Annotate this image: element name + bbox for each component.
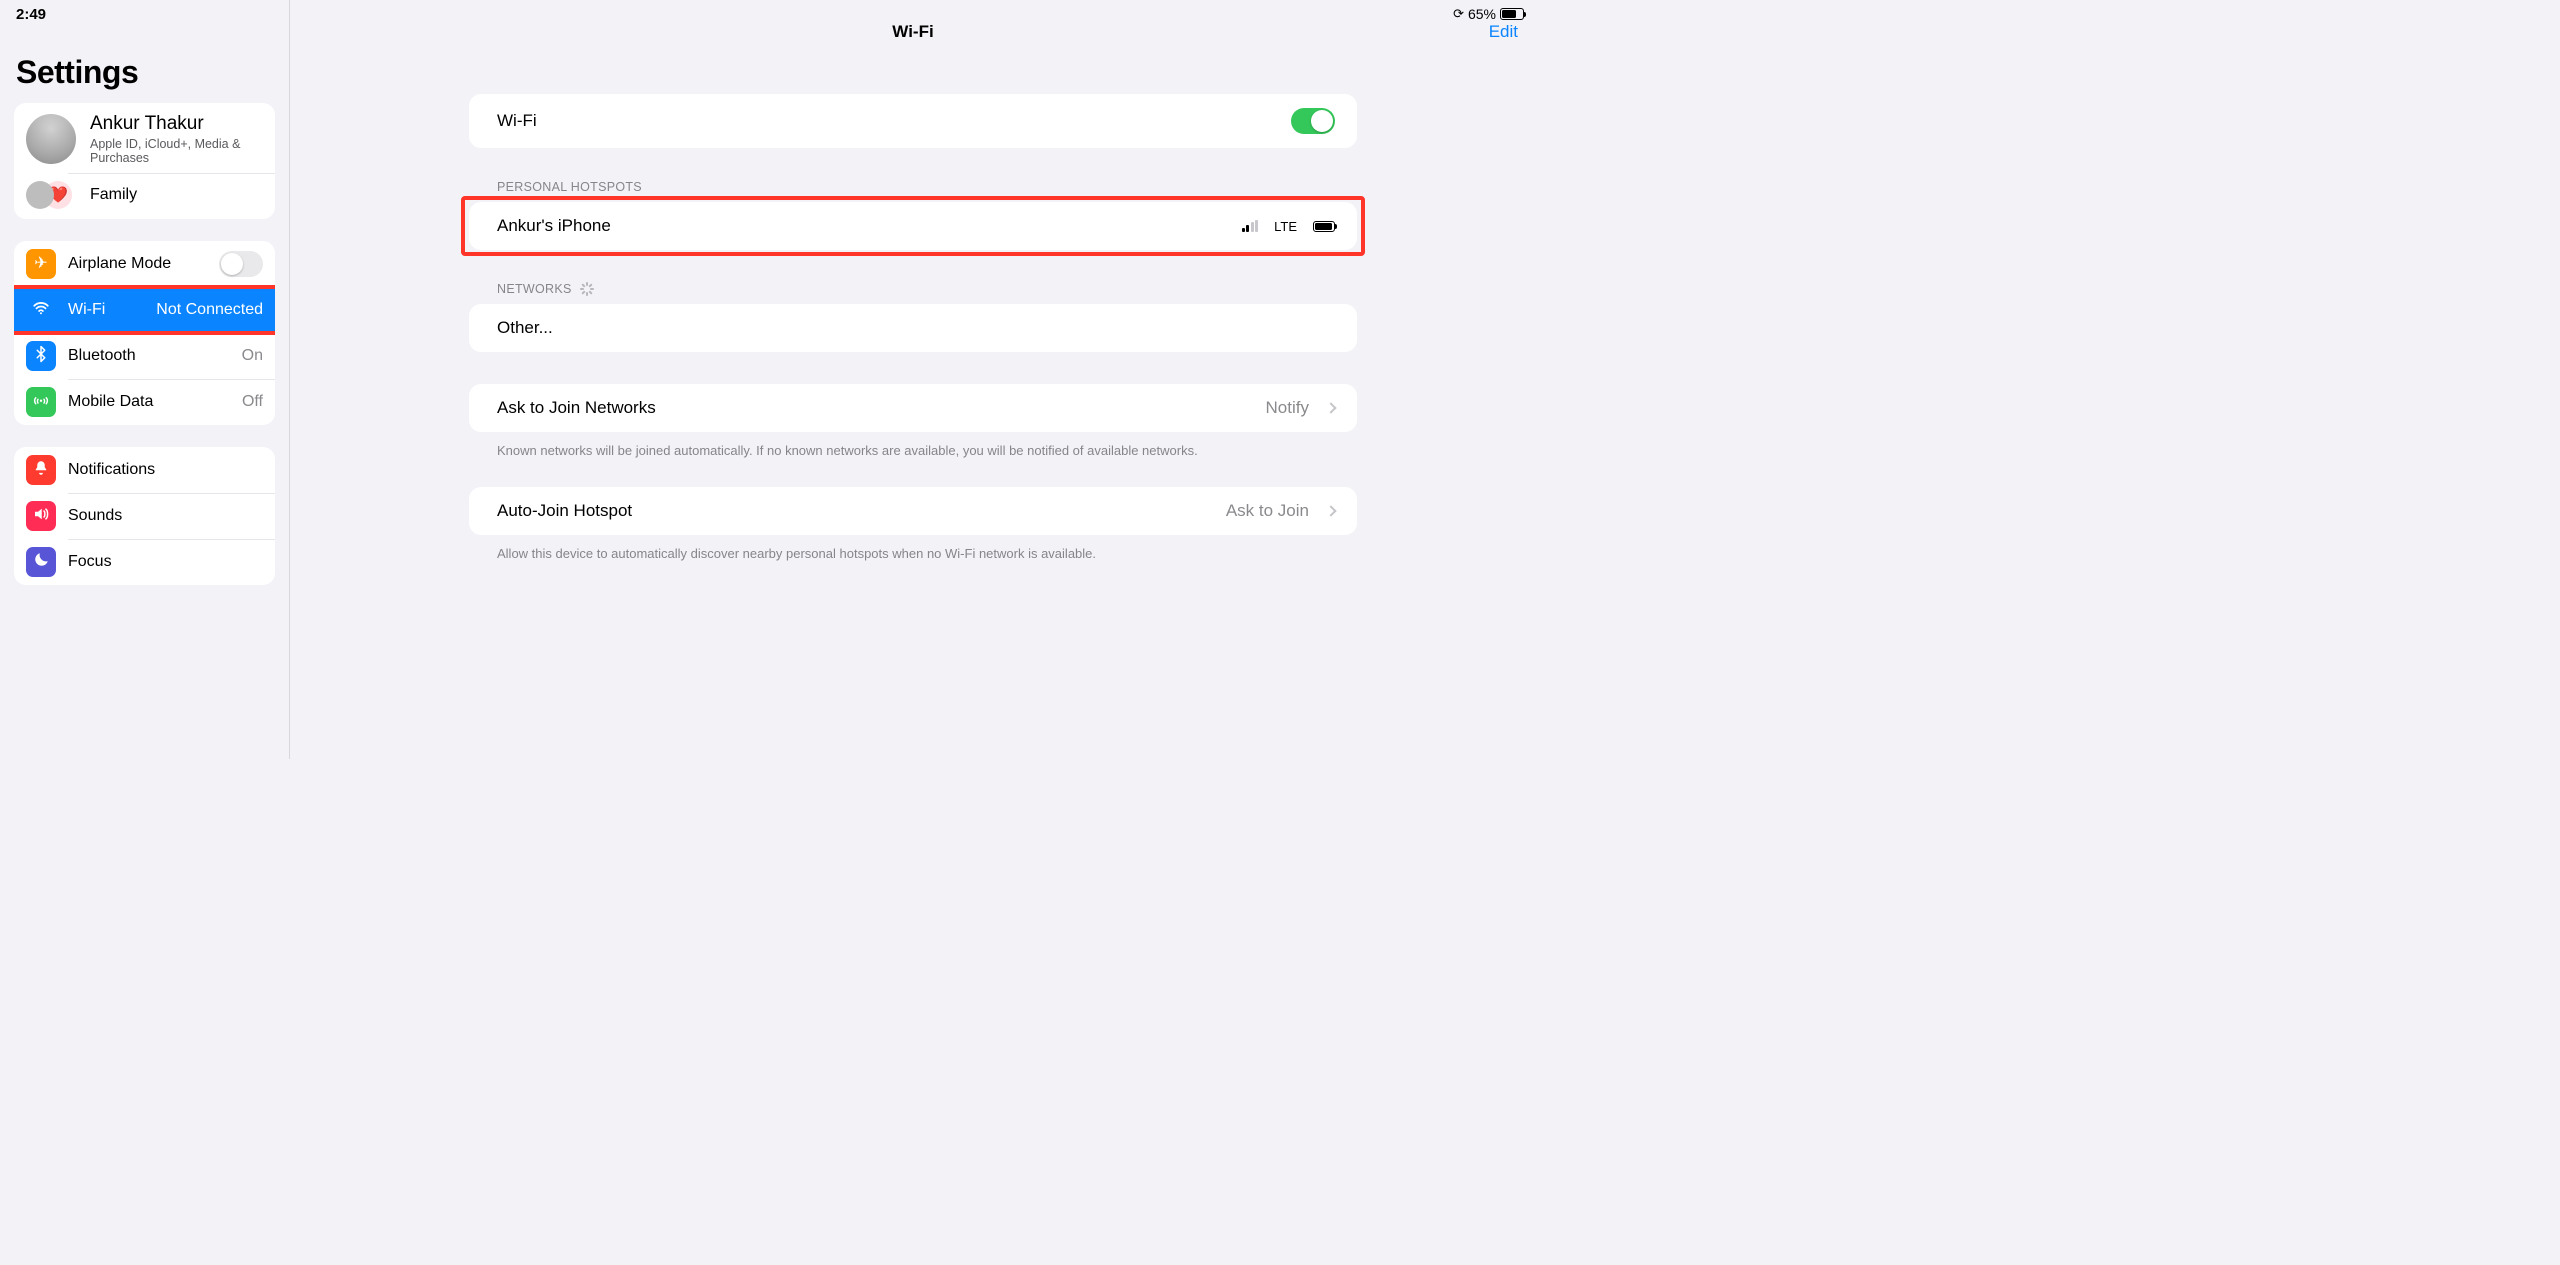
auto-join-label: Auto-Join Hotspot	[497, 501, 632, 521]
airplane-toggle[interactable]	[219, 251, 263, 277]
avatar	[26, 114, 76, 164]
bluetooth-icon	[26, 341, 56, 371]
sidebar-item-focus[interactable]: Focus	[14, 539, 275, 585]
ask-join-note: Known networks will be joined automatica…	[469, 432, 1357, 461]
moon-icon	[26, 547, 56, 577]
networks-group: Other...	[469, 304, 1357, 352]
sidebar-item-bluetooth[interactable]: Bluetooth On	[14, 333, 275, 379]
wifi-toggle[interactable]	[1291, 108, 1335, 134]
wifi-toggle-row[interactable]: Wi-Fi	[469, 94, 1357, 148]
sounds-label: Sounds	[68, 507, 122, 525]
ask-join-value: Notify	[1266, 398, 1309, 418]
ask-join-row[interactable]: Ask to Join Networks Notify	[469, 384, 1357, 432]
account-name: Ankur Thakur	[90, 113, 263, 135]
spinner-icon	[580, 282, 594, 296]
wifi-toggle-label: Wi-Fi	[497, 111, 537, 131]
auto-join-note: Allow this device to automatically disco…	[469, 535, 1357, 564]
mobiledata-label: Mobile Data	[68, 393, 153, 411]
auto-join-value: Ask to Join	[1226, 501, 1309, 521]
antenna-icon	[26, 387, 56, 417]
chevron-right-icon	[1325, 505, 1336, 516]
family-row[interactable]: ❤️ Family	[14, 173, 275, 219]
wifi-toggle-group: Wi-Fi	[469, 94, 1357, 148]
sidebar-item-notifications[interactable]: Notifications	[14, 447, 275, 493]
bell-icon	[26, 455, 56, 485]
signal-icon	[1242, 220, 1259, 232]
detail-header: Wi-Fi Edit	[290, 10, 1536, 54]
other-network-row[interactable]: Other...	[469, 304, 1357, 352]
hotspot-name: Ankur's iPhone	[497, 216, 611, 236]
edit-button[interactable]: Edit	[1489, 22, 1518, 42]
account-group: Ankur Thakur Apple ID, iCloud+, Media & …	[14, 103, 275, 219]
wifi-detail-pane: Wi-Fi Edit Wi-Fi PERSONAL HOTSPOTS Ankur…	[290, 0, 1536, 759]
wifi-label: Wi-Fi	[68, 301, 105, 319]
account-row[interactable]: Ankur Thakur Apple ID, iCloud+, Media & …	[14, 103, 275, 173]
family-avatars: ❤️	[26, 181, 76, 209]
focus-label: Focus	[68, 553, 112, 571]
hotspot-row[interactable]: Ankur's iPhone LTE	[469, 202, 1357, 250]
hotspot-battery-icon	[1313, 221, 1335, 232]
airplane-label: Airplane Mode	[68, 255, 171, 273]
chevron-right-icon	[1325, 402, 1336, 413]
auto-join-row[interactable]: Auto-Join Hotspot Ask to Join	[469, 487, 1357, 535]
section-hotspots-label: PERSONAL HOTSPOTS	[469, 180, 1357, 202]
sidebar-item-airplane[interactable]: ✈︎ Airplane Mode	[14, 241, 275, 287]
ask-join-group: Ask to Join Networks Notify	[469, 384, 1357, 432]
family-avatar-icon	[26, 181, 54, 209]
section-networks-label: NETWORKS	[469, 282, 1357, 304]
sidebar-item-mobiledata[interactable]: Mobile Data Off	[14, 379, 275, 425]
sidebar-item-sounds[interactable]: Sounds	[14, 493, 275, 539]
speaker-icon	[26, 501, 56, 531]
notifications-label: Notifications	[68, 461, 155, 479]
mobiledata-value: Off	[242, 393, 263, 411]
connectivity-group: ✈︎ Airplane Mode Wi-Fi Not Connected	[14, 241, 275, 425]
account-subtitle: Apple ID, iCloud+, Media & Purchases	[90, 137, 263, 165]
bluetooth-label: Bluetooth	[68, 347, 136, 365]
hotspot-network-type: LTE	[1274, 219, 1297, 234]
wifi-icon	[26, 295, 56, 325]
alerts-group: Notifications Sounds Focus	[14, 447, 275, 585]
auto-join-group: Auto-Join Hotspot Ask to Join	[469, 487, 1357, 535]
section-networks-text: NETWORKS	[497, 282, 572, 296]
other-label: Other...	[497, 318, 553, 338]
hotspots-group: Ankur's iPhone LTE	[469, 202, 1357, 250]
family-label: Family	[90, 186, 137, 204]
ask-join-label: Ask to Join Networks	[497, 398, 656, 418]
bluetooth-value: On	[242, 347, 263, 365]
settings-sidebar: Settings Ankur Thakur Apple ID, iCloud+,…	[0, 0, 290, 759]
wifi-value: Not Connected	[156, 301, 263, 319]
sidebar-item-wifi[interactable]: Wi-Fi Not Connected	[14, 287, 275, 333]
detail-title: Wi-Fi	[892, 22, 933, 42]
sidebar-title: Settings	[16, 54, 275, 91]
airplane-icon: ✈︎	[26, 249, 56, 279]
